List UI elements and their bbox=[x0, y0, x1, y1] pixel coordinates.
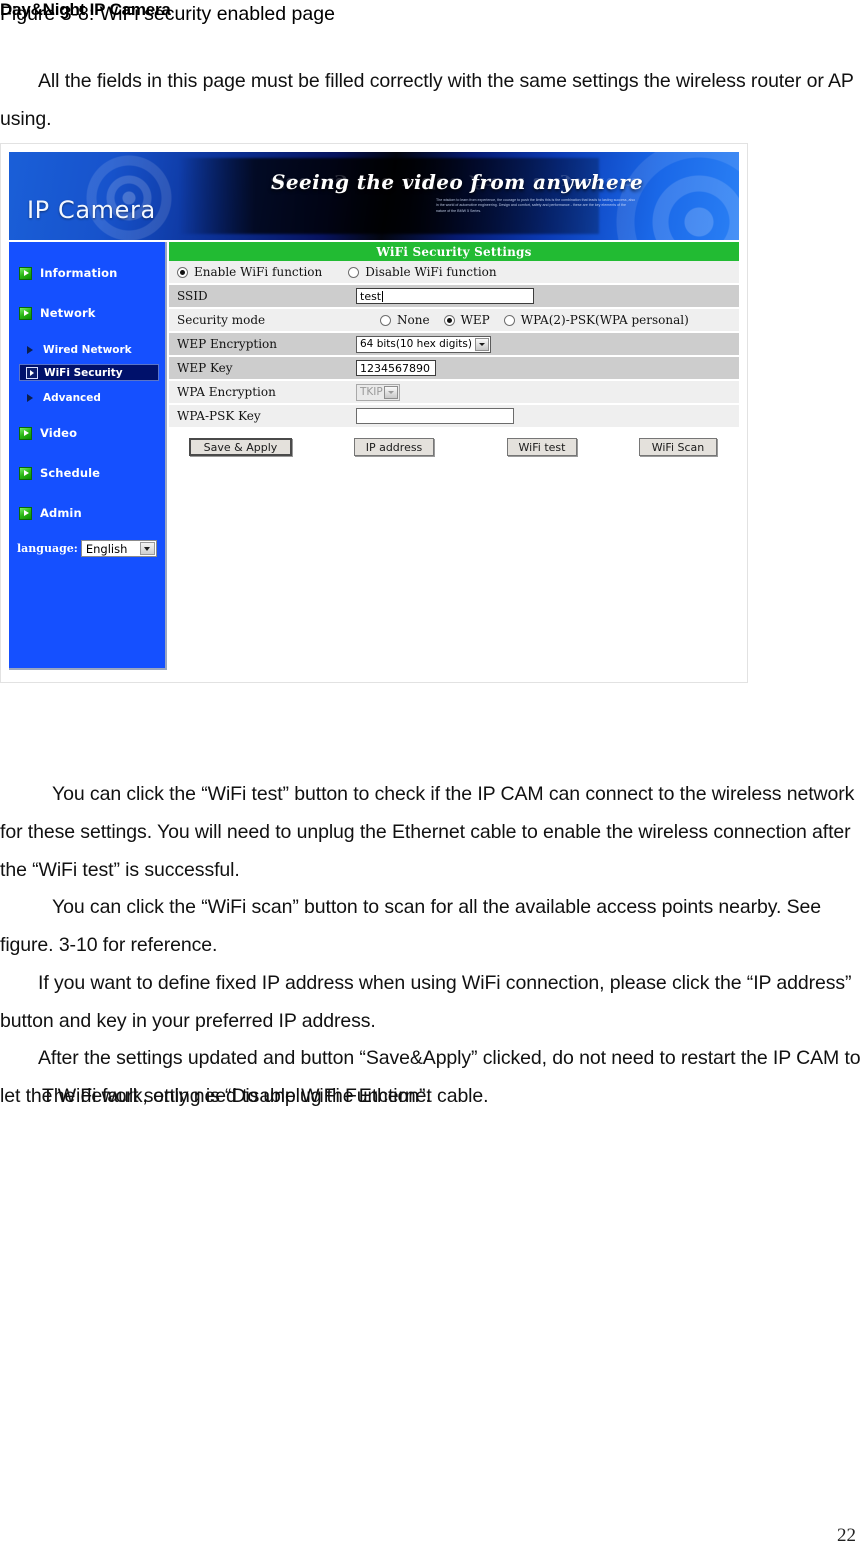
triangle-bullet-icon bbox=[26, 366, 38, 379]
chevron-down-icon bbox=[384, 385, 398, 399]
language-select-value: English bbox=[85, 541, 128, 556]
chevron-down-icon[interactable] bbox=[139, 542, 155, 555]
language-selector-row: language: English bbox=[17, 540, 157, 557]
security-mode-row: Security mode None WEP WPA(2)-PSK(WPA pe… bbox=[169, 309, 739, 333]
green-play-icon bbox=[19, 306, 32, 320]
radio-security-wpa-psk-label: WPA(2)-PSK(WPA personal) bbox=[520, 313, 689, 327]
wifi-settings-panel: WiFi Security Settings Enable WiFi funct… bbox=[169, 242, 739, 670]
panel-title: WiFi Security Settings bbox=[169, 242, 739, 261]
sidebar-item-video[interactable]: Video bbox=[19, 424, 77, 442]
wep-key-row: WEP Key 1234567890 bbox=[169, 357, 739, 381]
radio-enable-wifi[interactable] bbox=[177, 266, 188, 278]
sidebar-item-admin[interactable]: Admin bbox=[19, 504, 82, 522]
radio-security-wep[interactable] bbox=[443, 314, 455, 326]
green-play-icon bbox=[19, 266, 32, 280]
page-title: Day&Night IP Camera bbox=[0, 0, 171, 19]
sidebar-item-information[interactable]: Information bbox=[19, 264, 117, 282]
ssid-input[interactable]: test bbox=[356, 288, 534, 304]
body-paragraph-3: If you want to define fixed IP address w… bbox=[0, 972, 852, 1032]
sidebar-item-schedule[interactable]: Schedule bbox=[19, 464, 100, 482]
radio-disable-wifi-label: Disable WiFi function bbox=[365, 265, 497, 279]
wifi-test-button[interactable]: WiFi test bbox=[507, 438, 577, 456]
sidebar-item-label: Video bbox=[40, 426, 78, 440]
language-label: language: bbox=[17, 542, 78, 555]
body-paragraph-5: The default setting is “Disable WiFi Fun… bbox=[42, 1085, 431, 1107]
security-mode-label: Security mode bbox=[177, 313, 266, 327]
wpa-psk-key-row: WPA-PSK Key bbox=[169, 405, 739, 429]
sidebar-item-label: Information bbox=[40, 266, 118, 280]
sidebar-item-label: Schedule bbox=[40, 466, 101, 480]
page-number: 22 bbox=[837, 1525, 856, 1546]
radio-security-none[interactable] bbox=[380, 314, 391, 326]
figure-screenshot: Seeing the video from anywhere Seeing th… bbox=[0, 143, 748, 683]
product-logo: IP Camera bbox=[27, 196, 156, 224]
chevron-down-icon[interactable] bbox=[475, 337, 489, 351]
sidebar-item-network[interactable]: Network bbox=[19, 304, 95, 322]
radio-security-none-label: None bbox=[397, 313, 430, 327]
wpa-encryption-select: TKIP bbox=[356, 383, 400, 401]
app-banner: Seeing the video from anywhere Seeing th… bbox=[9, 152, 739, 240]
ssid-input-value: test bbox=[360, 289, 382, 303]
wep-encryption-row: WEP Encryption 64 bits(10 hex digits) bbox=[169, 333, 739, 357]
wifi-function-row: Enable WiFi function Disable WiFi functi… bbox=[169, 261, 739, 285]
sidebar-item-label: Advanced bbox=[43, 392, 101, 404]
radio-enable-wifi-label: Enable WiFi function bbox=[194, 265, 323, 279]
green-play-icon bbox=[19, 426, 32, 440]
ssid-label: SSID bbox=[177, 289, 208, 303]
banner-tagline: Seeing the video from anywhere bbox=[271, 170, 644, 194]
wep-key-input-value: 1234567890 bbox=[360, 361, 430, 375]
wpa-psk-key-input[interactable] bbox=[356, 408, 514, 424]
text-caret bbox=[382, 290, 384, 302]
triangle-bullet-icon bbox=[27, 393, 36, 404]
save-apply-button[interactable]: Save & Apply bbox=[189, 438, 292, 456]
wpa-psk-key-label: WPA-PSK Key bbox=[177, 409, 261, 423]
wep-key-label: WEP Key bbox=[177, 361, 233, 375]
ssid-row: SSID test bbox=[169, 285, 739, 309]
body-paragraph-1: You can click the “WiFi test” button to … bbox=[0, 783, 855, 881]
green-play-icon bbox=[19, 466, 32, 480]
banner-microtext: The wisdom to learn from experience, the… bbox=[436, 198, 636, 213]
radio-disable-wifi[interactable] bbox=[348, 266, 360, 278]
triangle-bullet-icon bbox=[27, 345, 36, 356]
wep-encryption-value: 64 bits(10 hex digits) bbox=[360, 338, 472, 350]
language-select[interactable]: English bbox=[80, 540, 157, 557]
panel-button-row: Save & Apply IP address WiFi test WiFi S… bbox=[169, 432, 739, 466]
wpa-encryption-label: WPA Encryption bbox=[177, 385, 276, 399]
sidebar-item-label: WiFi Security bbox=[44, 366, 123, 379]
wep-encryption-label: WEP Encryption bbox=[177, 337, 278, 351]
green-play-icon bbox=[19, 506, 32, 520]
sidebar-item-wired-network[interactable]: Wired Network bbox=[27, 342, 132, 358]
ip-address-button[interactable]: IP address bbox=[354, 438, 434, 456]
sidebar-item-advanced[interactable]: Advanced bbox=[27, 390, 101, 406]
radio-security-wpa-psk[interactable] bbox=[503, 314, 515, 326]
wpa-encryption-value: TKIP bbox=[360, 386, 383, 398]
wep-key-input[interactable]: 1234567890 bbox=[356, 360, 436, 376]
sidebar-item-label: Network bbox=[40, 306, 96, 320]
sidebar-nav: Information Network Wired Network WiFi S… bbox=[9, 242, 167, 670]
wifi-scan-button[interactable]: WiFi Scan bbox=[639, 438, 717, 456]
body-paragraph-2: You can click the “WiFi scan” button to … bbox=[0, 896, 822, 956]
radio-security-wep-label: WEP bbox=[460, 313, 490, 327]
sidebar-item-label: Wired Network bbox=[43, 344, 132, 356]
wep-encryption-select[interactable]: 64 bits(10 hex digits) bbox=[356, 335, 491, 353]
sidebar-item-wifi-security[interactable]: WiFi Security bbox=[19, 364, 159, 381]
intro-paragraph: All the fields in this page must be fill… bbox=[0, 70, 854, 130]
wpa-encryption-row: WPA Encryption TKIP bbox=[169, 381, 739, 405]
sidebar-item-label: Admin bbox=[40, 506, 82, 520]
